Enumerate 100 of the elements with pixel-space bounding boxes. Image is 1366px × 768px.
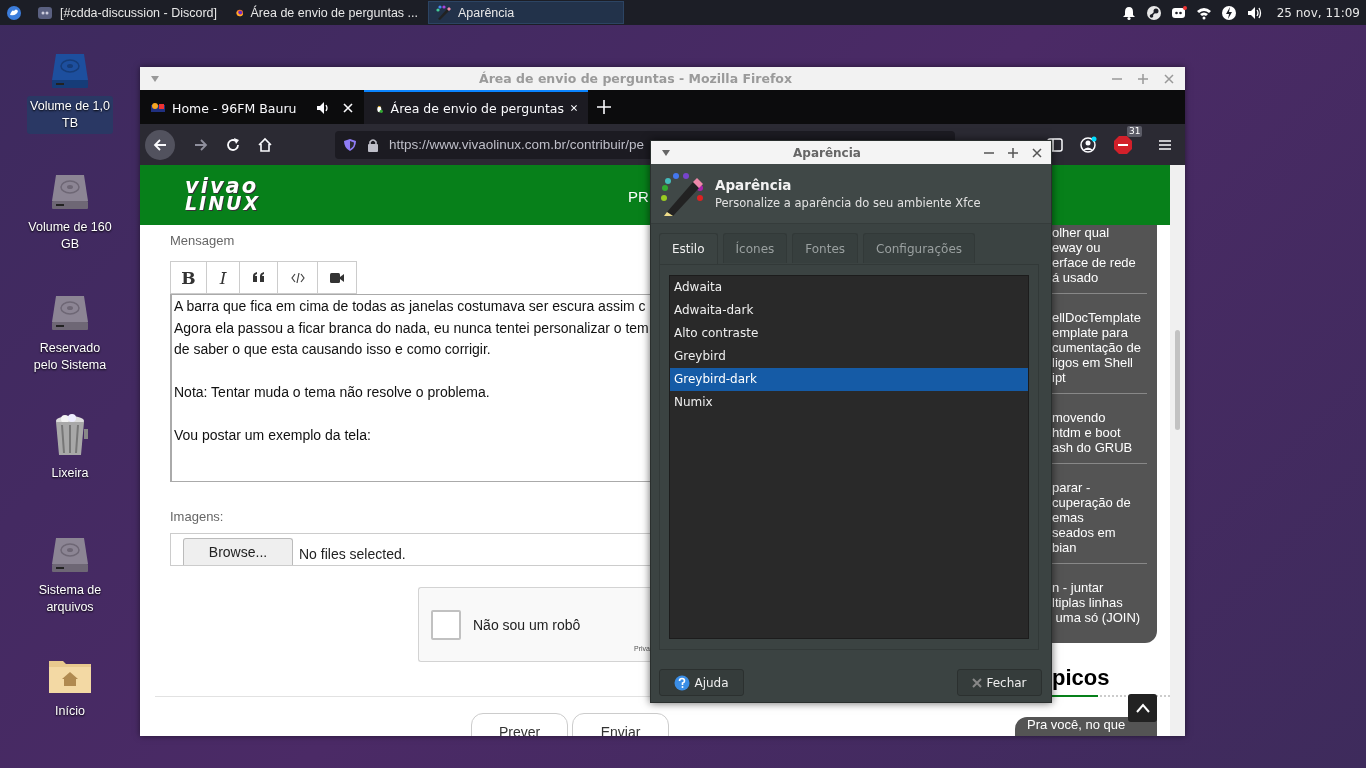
close-icon[interactable] xyxy=(570,102,578,114)
field-label: Imagens: xyxy=(170,509,225,524)
form-button[interactable]: Enviar xyxy=(572,713,669,736)
article-link-line[interactable]: ligos em Shell xyxy=(1052,355,1147,370)
chevron-up-icon xyxy=(1135,703,1150,713)
article-link-line[interactable]: eway ou xyxy=(1052,240,1157,255)
power-icon[interactable] xyxy=(1220,4,1237,21)
close-button[interactable]: Fechar xyxy=(957,669,1042,696)
list-item[interactable]: Adwaita xyxy=(670,276,1028,299)
window-menu-icon[interactable] xyxy=(150,74,160,83)
window-menu-icon[interactable] xyxy=(661,148,671,157)
code-icon xyxy=(290,270,305,285)
tab[interactable]: Fontes xyxy=(792,233,859,263)
steam-icon[interactable] xyxy=(1145,4,1162,21)
dialog-heading: Aparência xyxy=(715,177,793,193)
desktop-icon-label[interactable]: Volume de 1,0 TB xyxy=(27,96,113,134)
adblock-icon xyxy=(1113,134,1133,155)
tab[interactable]: Estilo xyxy=(659,233,718,264)
article-link-line[interactable]: á usado xyxy=(1052,270,1157,285)
arrow-right-icon[interactable] xyxy=(193,136,209,153)
list-item[interactable]: Alto contraste xyxy=(670,322,1028,345)
article-link-line[interactable]: ellDocTemplate xyxy=(1052,310,1147,325)
lock-icon xyxy=(367,137,379,152)
article-link-line[interactable]: ipt xyxy=(1052,370,1147,385)
quote-icon xyxy=(251,270,266,285)
message-text-line: Agora ela passou a ficar branca do nada, eu nunca tentei personalizar o tem xyxy=(174,318,650,338)
list-item[interactable]: Adwaita-dark xyxy=(670,299,1028,322)
file-status-text: No files selected. xyxy=(299,546,406,562)
desktop-icon-label[interactable]: Sistema de arquivos xyxy=(27,580,113,618)
article-link-line[interactable]: erface de rede xyxy=(1052,255,1157,270)
close-icon[interactable] xyxy=(1031,146,1043,159)
speaker-icon[interactable] xyxy=(316,101,330,115)
shield-icon xyxy=(343,137,357,152)
back-button[interactable] xyxy=(145,129,175,160)
list-item[interactable]: Greybird xyxy=(670,345,1028,368)
editor-tool-button[interactable] xyxy=(239,261,278,294)
list-item[interactable]: Numix xyxy=(670,391,1028,414)
article-link-line[interactable]: movendo xyxy=(1052,410,1147,425)
captcha-label: Não sou um robô xyxy=(473,616,581,633)
message-text-line: Nota: Tentar muda o tema não resolve o problema. xyxy=(174,383,491,402)
help-icon xyxy=(674,674,691,691)
nav-link[interactable]: PR xyxy=(628,187,649,205)
taskbar-button[interactable]: Aparência xyxy=(428,1,624,24)
desktop-icon-label[interactable]: Volume de 160 GB xyxy=(27,217,113,255)
field-label: Mensagem xyxy=(170,233,236,248)
article-link-line[interactable]: emas xyxy=(1052,510,1147,525)
article-link-line[interactable]: uma só (JOIN) xyxy=(1052,610,1147,625)
form-button[interactable]: Prever xyxy=(471,713,568,736)
site-logo-text[interactable]: LINUX xyxy=(185,195,275,212)
article-link-line[interactable]: cumentação de xyxy=(1052,340,1147,355)
menu-icon[interactable] xyxy=(6,4,22,21)
count-badge: 31 xyxy=(1127,125,1143,137)
desktop-icon-label[interactable]: Lixeira xyxy=(27,463,113,484)
help-button[interactable]: Ajuda xyxy=(659,669,744,696)
tab[interactable]: Ícones xyxy=(722,233,788,263)
maximize-icon[interactable] xyxy=(1007,146,1019,159)
article-link-line[interactable]: parar - xyxy=(1052,480,1147,495)
arrow-left-icon xyxy=(152,136,168,153)
browser-tab[interactable]: Home - 96FM Bauru xyxy=(140,90,364,124)
message-text-line: de saber o que esta causando isso e como corrigir. xyxy=(174,340,492,359)
article-link-line[interactable]: bian xyxy=(1052,540,1147,555)
paintbrush-icon xyxy=(435,4,451,21)
scrollbar[interactable] xyxy=(1170,165,1185,736)
article-link-line[interactable]: ltiplas linhas xyxy=(1052,595,1147,610)
taskbar-button[interactable]: Área de envio de perguntas ... xyxy=(229,1,425,24)
home-icon[interactable] xyxy=(257,136,273,153)
article-teaser[interactable]: Pra você, no que xyxy=(1015,717,1157,736)
close-icon xyxy=(972,677,983,688)
chat-icon[interactable] xyxy=(1170,4,1187,21)
reload-icon[interactable] xyxy=(225,136,241,153)
editor-tool-button[interactable]: B xyxy=(170,261,207,294)
editor-tool-button[interactable] xyxy=(317,261,357,294)
article-link-line[interactable]: cuperação de xyxy=(1052,495,1147,510)
article-link-line[interactable]: ash do GRUB xyxy=(1052,440,1147,455)
checkbox[interactable] xyxy=(431,609,461,640)
article-link-line[interactable]: emplate para xyxy=(1052,325,1147,340)
article-link-line[interactable]: olher qual xyxy=(1052,225,1157,240)
article-link-line[interactable]: htdm e boot xyxy=(1052,425,1147,440)
browse-button[interactable]: Browse... xyxy=(183,538,293,565)
account-icon[interactable] xyxy=(1079,135,1097,154)
video-camera-icon xyxy=(330,270,344,285)
section-heading: picos xyxy=(1052,665,1111,691)
chat-icon xyxy=(37,4,53,21)
editor-tool-button[interactable]: I xyxy=(206,261,240,294)
desktop-icon-label[interactable]: Reservado pelo Sistema xyxy=(27,338,113,376)
taskbar-button[interactable]: [#cdda-discussion - Discord] xyxy=(30,1,226,24)
plus-icon[interactable] xyxy=(596,99,612,115)
desktop-icon-label[interactable]: Início xyxy=(27,701,113,722)
browser-tab[interactable]: Área de envio de perguntas xyxy=(364,90,588,124)
site-logo-text[interactable]: vivao xyxy=(185,178,275,195)
article-link-line[interactable]: seados em xyxy=(1052,525,1147,540)
back-to-top-button[interactable] xyxy=(1128,694,1157,722)
window-title: Aparência xyxy=(792,145,862,160)
tab[interactable]: Configurações xyxy=(863,233,975,263)
list-item[interactable]: Greybird-dark xyxy=(670,368,1028,391)
dialog-subtitle: Personalize a aparência do seu ambiente Xfce xyxy=(715,196,981,210)
clock[interactable]: 25 nov, 11:09 xyxy=(1276,5,1360,20)
file-input[interactable]: Browse... No files selected. xyxy=(170,533,650,566)
article-link-line[interactable]: n - juntar xyxy=(1052,580,1147,595)
sidebar-icon[interactable] xyxy=(1047,136,1063,153)
